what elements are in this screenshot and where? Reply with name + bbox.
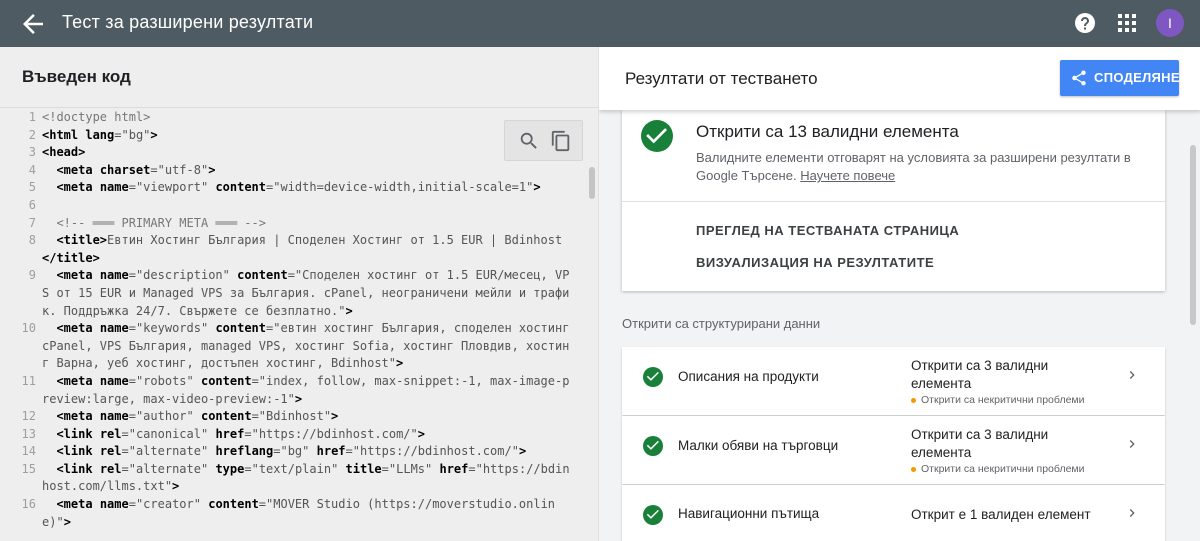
- code-line-text: <html lang="bg">: [42, 127, 158, 142]
- code-line-text: <link rel="canonical" href="https://bdin…: [56, 426, 425, 441]
- code-line-text: <meta name="viewport" content="width=dev…: [56, 180, 541, 195]
- view-tested-page-link[interactable]: ПРЕГЛЕД НА ТЕСТВАНАТА СТРАНИЦА: [696, 223, 959, 238]
- code-line: 14 <link rel="alternate" hreflang="bg" h…: [0, 443, 598, 461]
- row-type-name: Навигационни пътища: [678, 506, 820, 521]
- code-scrollbar[interactable]: [589, 167, 595, 199]
- line-number: 7: [28, 215, 36, 230]
- code-line: 16 <meta name="creator" content="MOVER S…: [0, 496, 598, 531]
- back-arrow-icon[interactable]: [18, 9, 48, 39]
- code-line-text: <meta name="creator" content="MOVER Stud…: [42, 497, 556, 529]
- code-pane-title: Въведен код: [22, 67, 131, 86]
- line-number: 15: [21, 461, 36, 476]
- code-line: 15 <link rel="alternate" type="text/plai…: [0, 461, 598, 496]
- search-icon[interactable]: [518, 130, 540, 152]
- structured-data-label: Открити са структурирани данни: [622, 316, 821, 331]
- code-line: 6: [0, 197, 598, 215]
- row-warning-text: Открити са некритични проблеми: [921, 463, 1085, 475]
- summary-description-text: Валидните елементи отговарят на условият…: [696, 150, 1131, 183]
- code-line: 7 <!-- ═══ PRIMARY META ═══ -->: [0, 215, 598, 233]
- code-line: 13 <link rel="canonical" href="https://b…: [0, 426, 598, 444]
- valid-check-icon: [643, 505, 663, 525]
- code-line-text: <meta charset="utf-8">: [56, 162, 216, 177]
- summary-description: Валидните елементи отговарят на условият…: [696, 149, 1156, 185]
- line-number: 11: [21, 373, 36, 388]
- line-number: 4: [28, 162, 36, 177]
- result-row-product-snippets[interactable]: Описания на продукти Открити са 3 валидн…: [622, 347, 1165, 415]
- code-input-pane: Въведен код 1 <!doctype html> 2 <html lang=…: [0, 47, 598, 541]
- code-line-text: <link rel="alternate" type="text/plain" …: [42, 461, 570, 494]
- valid-check-icon: [641, 120, 673, 152]
- code-line: 5 <meta name="viewport" content="width=d…: [0, 179, 598, 197]
- row-status: Открит е 1 валиден елемент: [911, 507, 1091, 522]
- code-line-text: <!doctype html>: [42, 110, 151, 124]
- line-number: 14: [21, 444, 36, 459]
- help-icon[interactable]: [1073, 11, 1097, 35]
- share-icon: [1072, 70, 1086, 86]
- line-number: 5: [28, 180, 36, 195]
- line-number: 16: [21, 497, 36, 512]
- row-warning: Открити са некритични проблеми: [911, 463, 1085, 475]
- code-editor[interactable]: 1 <!doctype html> 2 <html lang="bg"> 3 <head>…: [0, 109, 598, 541]
- code-line: 4 <meta charset="utf-8">: [0, 162, 598, 180]
- chevron-right-icon: [1129, 371, 1135, 379]
- code-pane-header: Въведен код: [0, 47, 598, 108]
- chevron-right-icon: [1129, 440, 1135, 448]
- warning-dot-icon: [911, 466, 916, 472]
- preview-results-link[interactable]: ВИЗУАЛИЗАЦИЯ НА РЕЗУЛТАТИТЕ: [696, 255, 934, 270]
- share-button-label: СПОДЕЛЯНЕ: [1094, 70, 1180, 85]
- code-line: 8 <title>Евтин Хостинг България | Сподел…: [0, 232, 598, 267]
- warning-dot-icon: [911, 397, 916, 403]
- chevron-right-icon: [1129, 509, 1135, 517]
- row-status: Открити са 3 валидни елемента: [911, 427, 1049, 460]
- summary-card: Открити са 13 валидни елемента Валидните…: [622, 110, 1165, 291]
- result-row-merchant-listings[interactable]: Малки обяви на търговци Открити са 3 вал…: [622, 416, 1165, 484]
- card-divider: [622, 201, 1165, 202]
- results-header: Резултати от тестването СПОДЕЛЯНЕ: [599, 47, 1200, 110]
- editor-toolbar: [504, 120, 583, 161]
- code-line-text: <head>: [42, 145, 86, 160]
- row-type-name: Описания на продукти: [678, 369, 819, 384]
- line-number: 3: [28, 145, 36, 160]
- code-line: 12 <meta name="author" content="Bdinhost…: [0, 408, 598, 426]
- code-line-text: <meta name="keywords" content="евтин хос…: [42, 321, 577, 371]
- line-number: 6: [28, 197, 36, 212]
- valid-check-icon: [643, 367, 663, 387]
- row-warning: Открити са некритични проблеми: [911, 394, 1085, 406]
- learn-more-link[interactable]: Научете повече: [800, 168, 895, 183]
- code-line: 9 <meta name="description" content="Спод…: [0, 267, 598, 320]
- code-line-text: <link rel="alternate" hreflang="bg" href…: [56, 444, 527, 459]
- code-line-text: <meta name="description" content="Сподел…: [42, 268, 570, 318]
- results-pane: Резултати от тестването СПОДЕЛЯНЕ Открит…: [598, 47, 1200, 541]
- app-title: Тест за разширени резултати: [62, 12, 314, 32]
- line-number: 8: [28, 233, 36, 248]
- top-app-bar: Тест за разширени резултати I: [0, 0, 1200, 47]
- code-line-text: <title>Евтин Хостинг България | Споделен…: [42, 233, 563, 265]
- row-warning-text: Открити са некритични проблеми: [921, 394, 1085, 406]
- line-number: 1: [28, 110, 36, 124]
- code-line-text: <meta name="author" content="Bdinhost">: [56, 409, 339, 424]
- results-title: Резултати от тестването: [625, 69, 818, 88]
- line-number: 9: [28, 268, 36, 283]
- share-button[interactable]: СПОДЕЛЯНЕ: [1060, 60, 1180, 96]
- line-number: 10: [21, 321, 36, 336]
- line-number: 2: [28, 127, 36, 142]
- row-type-name: Малки обяви на търговци: [678, 438, 839, 453]
- valid-check-icon: [643, 436, 663, 456]
- code-line: 11 <meta name="robots" content="index, f…: [0, 373, 598, 408]
- summary-title: Открити са 13 валидни елемента: [696, 122, 959, 141]
- apps-grid-icon[interactable]: [1116, 12, 1138, 34]
- row-status: Открити са 3 валидни елемента: [911, 358, 1049, 391]
- line-number: 13: [21, 426, 36, 441]
- results-scrollbar[interactable]: [1190, 145, 1196, 325]
- line-number: 12: [21, 409, 36, 424]
- copy-icon[interactable]: [550, 129, 572, 153]
- result-row-breadcrumbs[interactable]: Навигационни пътища Открит е 1 валиден е…: [622, 485, 1165, 541]
- code-line: 10 <meta name="keywords" content="евтин …: [0, 320, 598, 373]
- code-line-text: <meta name="robots" content="index, foll…: [42, 373, 570, 406]
- code-line-text: <!-- ═══ PRIMARY META ═══ -->: [56, 215, 266, 230]
- account-avatar[interactable]: I: [1156, 9, 1184, 37]
